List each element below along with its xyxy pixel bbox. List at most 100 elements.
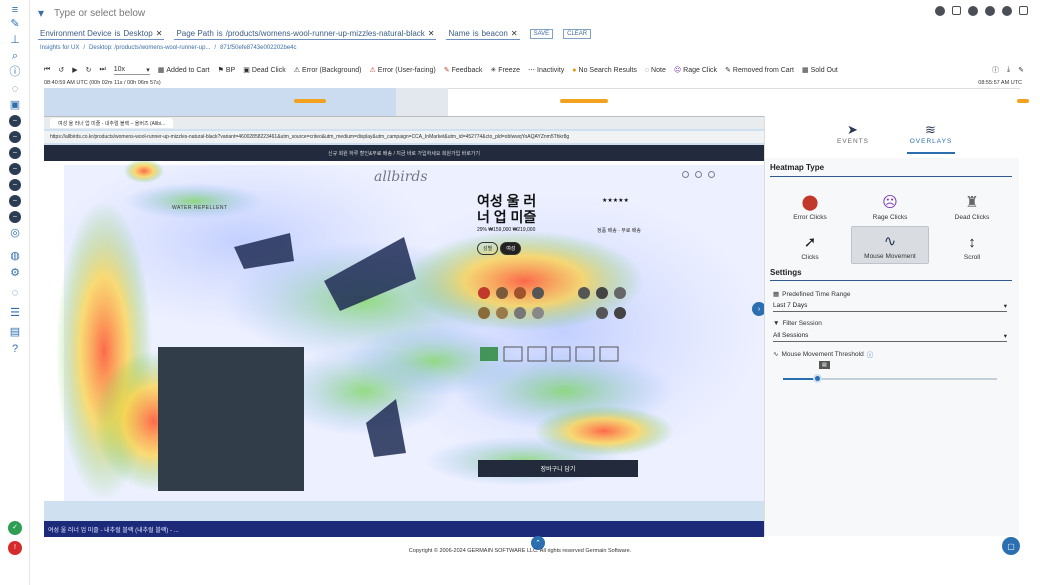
clear-filter-button[interactable]: CLEAR xyxy=(563,29,592,39)
toggle-option: 성별 xyxy=(477,242,499,255)
chat-support-button[interactable]: ▢ xyxy=(1002,537,1020,555)
toggle-option-selected: 여성 xyxy=(500,242,522,255)
heatmap-rage-clicks[interactable]: ☹ Rage Clicks xyxy=(851,186,929,224)
event-filter-inactivity[interactable]: ⋯ Inactivity xyxy=(528,66,564,75)
event-filter-dead-click[interactable]: ▣ Dead Click xyxy=(243,66,285,75)
breadcrumb-session[interactable]: 871f50efe8743e002202be4c xyxy=(220,45,296,51)
navigation-arrow-icon: ➤ xyxy=(847,122,859,137)
event-filter-removed-from-cart[interactable]: ✎ Removed from Cart xyxy=(725,66,794,75)
help-icon[interactable]: ? xyxy=(9,343,21,355)
scroll-arrows-icon: ↕ xyxy=(968,234,976,251)
event-filter-feedback[interactable]: ✎ Feedback xyxy=(444,66,483,75)
heatmap-mouse-movement[interactable]: ∿ Mouse Movement xyxy=(851,226,929,264)
timeline-window xyxy=(396,88,448,116)
event-filter-label: Rage Click xyxy=(683,66,718,74)
session-timeline[interactable]: 08:40:59 AM UTC (00h 02m 11s / 00h 06m 5… xyxy=(44,80,1030,116)
remove-filter-icon[interactable]: ✕ xyxy=(511,29,518,38)
event-filter-bp[interactable]: ⚑ BP xyxy=(218,66,236,75)
filter-chip-name[interactable]: Name is beacon ✕ xyxy=(446,28,520,40)
dot-icon-6[interactable]: – xyxy=(9,195,21,207)
play-icon[interactable]: ▶ xyxy=(72,66,77,74)
skip-forward-icon[interactable]: ⏭ xyxy=(99,66,105,74)
heatmap-scroll[interactable]: ↕ Scroll xyxy=(933,226,1011,264)
event-filter-freeze[interactable]: ✳ Freeze xyxy=(490,66,520,75)
event-filter-label: Added to Cart xyxy=(166,66,210,74)
skip-back-icon[interactable]: ⏮ xyxy=(44,66,50,74)
dot-icon-7[interactable]: – xyxy=(9,211,21,223)
user-icon[interactable] xyxy=(1019,6,1028,15)
dot-icon-2[interactable]: – xyxy=(9,131,21,143)
pen-icon[interactable]: ✎ xyxy=(9,18,21,30)
search-placeholder[interactable]: Type or select below xyxy=(54,8,145,19)
heatmap-dead-clicks[interactable]: ♜ Dead Clicks xyxy=(933,186,1011,224)
event-filter-label: Removed from Cart xyxy=(732,66,794,74)
notification-icon[interactable] xyxy=(1002,6,1012,16)
info-circle-icon[interactable] xyxy=(968,6,978,16)
expand-icon[interactable] xyxy=(952,6,961,15)
book-icon[interactable]: ▤ xyxy=(9,326,21,338)
refresh-icon[interactable] xyxy=(935,6,945,16)
event-filter-error-user[interactable]: ⚠ Error (User-facing) xyxy=(370,66,436,75)
remove-filter-icon[interactable]: ✕ xyxy=(156,29,163,38)
dot-icon-1[interactable]: – xyxy=(9,115,21,127)
search-nav-icon[interactable]: ⌕ xyxy=(9,50,21,62)
monitor-icon[interactable]: ▣ xyxy=(9,99,21,111)
timeline-event-marker[interactable] xyxy=(560,99,608,103)
breadcrumb-page[interactable]: Desktop: /products/womens-wool-runner-up… xyxy=(89,45,210,51)
edit-icon[interactable]: ✎ xyxy=(1018,66,1024,74)
status-icon[interactable]: ✓ xyxy=(8,521,22,535)
warning-icon: ⚠ xyxy=(293,67,300,74)
gear-icon[interactable]: ⚙ xyxy=(9,267,21,279)
loading-icon[interactable]: ◌ xyxy=(9,287,21,299)
event-filter-no-search-results[interactable]: ● No Search Results xyxy=(572,67,637,74)
timeline-event-marker[interactable] xyxy=(1017,99,1029,103)
heatmap-item-label: Mouse Movement xyxy=(864,253,916,260)
dead-click-person-icon: ♜ xyxy=(965,194,979,211)
sold-out-icon: ▦ xyxy=(801,67,809,74)
slider-handle[interactable] xyxy=(813,374,823,383)
signal-icon[interactable]: ◎ xyxy=(9,227,21,239)
global-search[interactable]: ▾ Type or select below xyxy=(38,4,1028,22)
menu-icon[interactable]: ≡ xyxy=(9,4,21,16)
breadcrumb-root[interactable]: Insights for UX xyxy=(40,45,79,51)
dot-icon-3[interactable]: – xyxy=(9,147,21,159)
tab-events[interactable]: ➤ EVENTS xyxy=(829,122,877,154)
event-filter-sold-out[interactable]: ▦ Sold Out xyxy=(801,66,838,75)
filter-chip-device[interactable]: Environment Device is Desktop ✕ xyxy=(38,28,165,40)
tab-overlays[interactable]: ≋ OVERLAYS xyxy=(907,122,955,154)
heatmap-clicks[interactable]: ➚ Clicks xyxy=(771,226,849,264)
rewind-icon[interactable]: ↺ xyxy=(58,66,64,74)
info-icon[interactable]: ⓘ xyxy=(9,66,21,78)
remove-filter-icon[interactable]: ✕ xyxy=(428,29,435,38)
time-range-select[interactable]: Last 7 Days ▾ xyxy=(773,302,1007,312)
dot-icon-4[interactable]: – xyxy=(9,163,21,175)
zoom-select[interactable]: 10x ▾ xyxy=(113,66,150,75)
replay-viewport: 여성 울 러너 업 미즐 - 내추럴 블랙 – 올버즈 (Allbi... ht… xyxy=(44,116,764,537)
timeline-event-marker[interactable] xyxy=(294,99,326,103)
fingerprint-icon[interactable]: ◍ xyxy=(9,250,21,262)
toolbar-info-icon[interactable]: ⓘ xyxy=(992,65,999,75)
product-rating: ★★★★★ xyxy=(602,198,629,204)
event-filter-error-background[interactable]: ⚠ Error (Background) xyxy=(293,66,362,75)
event-filter-added-to-cart[interactable]: ▦ Added to Cart xyxy=(158,66,210,75)
download-icon[interactable]: ⤓ xyxy=(1007,66,1010,74)
forward-icon[interactable]: ↻ xyxy=(86,66,92,74)
chat-icon[interactable]: ◌ xyxy=(9,83,21,95)
dot-icon-5[interactable]: – xyxy=(9,179,21,191)
filter-chip-page-path[interactable]: Page Path is /products/womens-wool-runne… xyxy=(174,28,437,40)
tab-label: EVENTS xyxy=(836,138,869,145)
threshold-slider[interactable] xyxy=(783,374,997,383)
rage-icon: ☹ xyxy=(673,67,682,74)
filter-session-select[interactable]: All Sessions ▾ xyxy=(773,332,1007,342)
play-circle-icon[interactable] xyxy=(985,6,995,16)
hierarchy-icon[interactable]: ⊥ xyxy=(9,34,21,46)
browser-tab-title: 여성 울 러너 업 미즐 - 내추럴 블랙 – 올버즈 (Allbi... xyxy=(58,120,166,127)
heatmap-error-clicks[interactable]: ⬤ Error Clicks xyxy=(771,186,849,224)
event-filter-rage-click[interactable]: ☹ Rage Click xyxy=(673,66,718,75)
help-circle-icon[interactable]: ⓘ xyxy=(867,349,874,359)
save-filter-button[interactable]: SAVE xyxy=(529,29,554,39)
event-filter-note[interactable]: ◌ Note xyxy=(645,67,666,74)
sliders-icon[interactable]: ☰ xyxy=(9,307,21,319)
slider-fill xyxy=(783,378,818,380)
filter-value: /products/womens-wool-runner-up-mizzles-… xyxy=(225,29,425,38)
